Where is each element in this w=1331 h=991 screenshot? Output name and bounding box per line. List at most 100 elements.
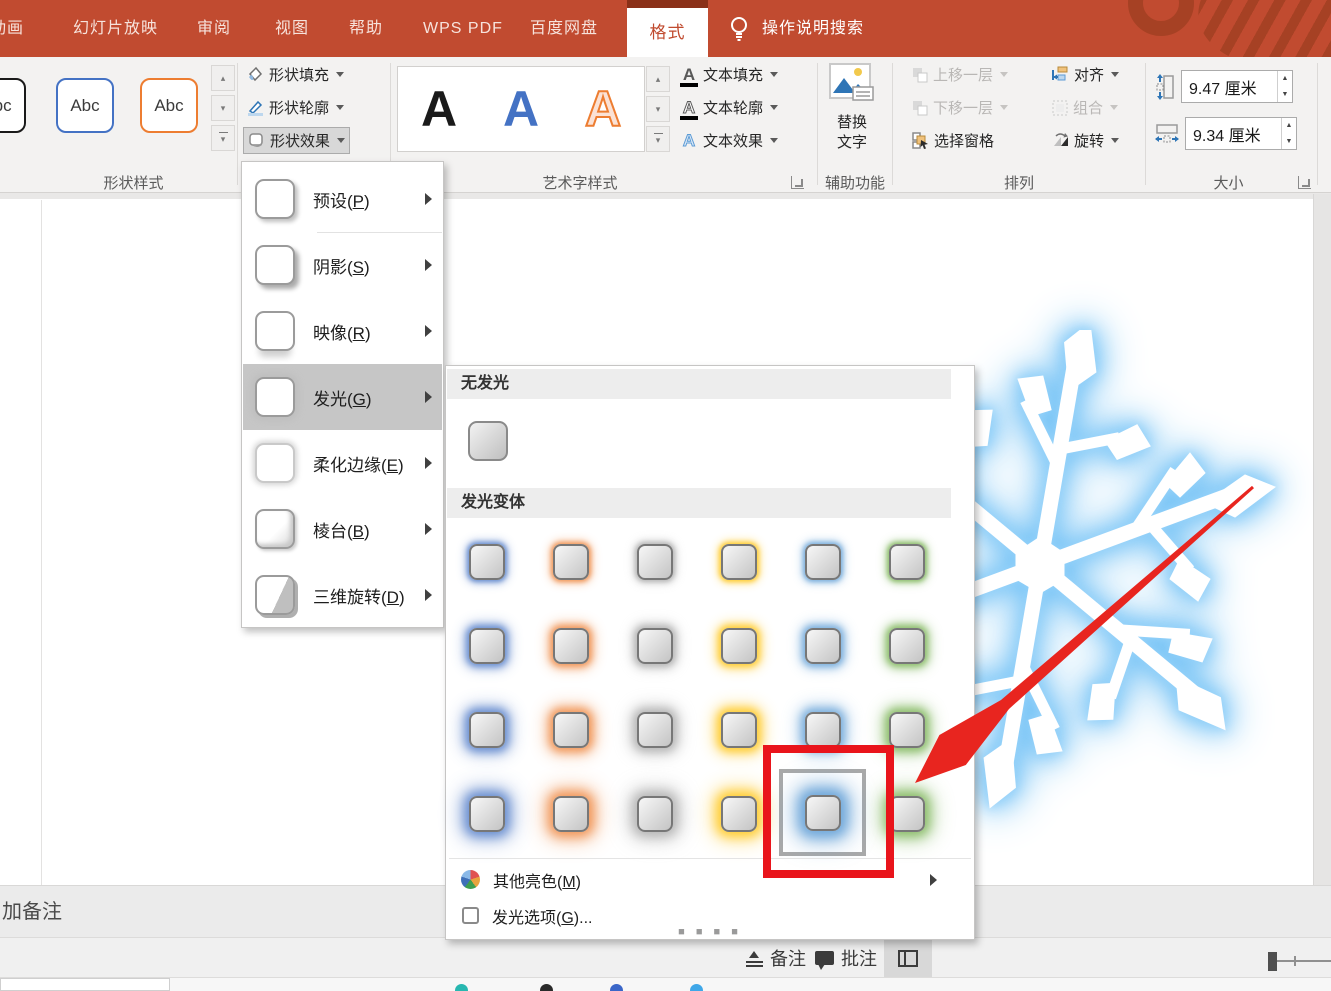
shape-style-3[interactable]: Abc xyxy=(140,78,198,133)
glow-variant-yellow-2[interactable] xyxy=(721,628,757,664)
gallery-down-button[interactable]: ▾ xyxy=(211,95,235,121)
no-glow-swatch[interactable] xyxy=(468,421,508,461)
shape-height-field[interactable]: ▲▼ xyxy=(1181,70,1293,103)
menu-item-bevel[interactable]: 棱台(B) xyxy=(243,496,442,562)
normal-view-button[interactable] xyxy=(884,940,932,977)
zoom-slider-track[interactable] xyxy=(1277,960,1331,962)
tell-me-search[interactable]: 操作说明搜索 xyxy=(762,0,864,57)
submenu-arrow-icon xyxy=(425,457,432,469)
glow-variant-blue-4[interactable] xyxy=(469,796,505,832)
soft-edges-thumbnail-icon xyxy=(255,443,295,483)
glow-variant-orange-2[interactable] xyxy=(553,628,589,664)
wordart-down-button[interactable]: ▾ xyxy=(646,96,670,122)
glow-variant-light-blue-3[interactable] xyxy=(805,712,841,748)
reflection-thumbnail-icon xyxy=(255,311,295,351)
glow-variant-green-4[interactable] xyxy=(889,796,925,832)
wordart-style-2[interactable]: A xyxy=(503,84,539,134)
glow-variant-light-blue-2[interactable] xyxy=(805,628,841,664)
comments-icon xyxy=(815,951,834,965)
glow-variant-gray-3[interactable] xyxy=(637,712,673,748)
glow-variant-yellow-4[interactable] xyxy=(721,796,757,832)
glow-variant-blue-2[interactable] xyxy=(469,628,505,664)
menu-item-reflection[interactable]: 映像(R) xyxy=(243,298,442,364)
align-button[interactable]: 对齐 xyxy=(1048,61,1123,88)
menu-item-soft-edges[interactable]: 柔化边缘(E) xyxy=(243,430,442,496)
glow-variant-gray-4[interactable] xyxy=(637,796,673,832)
glow-variant-blue-3[interactable] xyxy=(469,712,505,748)
height-icon xyxy=(1155,74,1175,100)
shape-style-1[interactable]: Abc xyxy=(0,78,26,133)
submenu-resize-grip[interactable]: ■ ■ ■ ■ xyxy=(446,926,974,938)
text-effects-icon: A xyxy=(680,132,698,149)
tab-animation[interactable]: 动画 xyxy=(0,0,24,57)
gallery-more-button[interactable]: ▾ xyxy=(211,125,235,151)
gallery-up-button[interactable]: ▴ xyxy=(211,65,235,91)
annotation-arrow xyxy=(900,480,1260,800)
tab-help[interactable]: 帮助 xyxy=(349,0,383,57)
rotate-button[interactable]: 旋转 xyxy=(1048,127,1123,154)
selection-pane-button[interactable]: 选择窗格 xyxy=(908,127,998,154)
glow-variant-light-blue-1[interactable] xyxy=(805,544,841,580)
glow-variant-orange-4[interactable] xyxy=(553,796,589,832)
text-effects-button[interactable]: A 文本效果 xyxy=(676,127,782,154)
color-wheel-icon xyxy=(461,870,480,889)
width-decrement[interactable]: ▼ xyxy=(1282,134,1296,150)
group-label-accessibility: 辅助功能 xyxy=(818,172,892,192)
wordart-style-3[interactable]: A xyxy=(585,84,621,134)
preset-thumbnail-icon xyxy=(255,179,295,219)
shape-width-field[interactable]: ▲▼ xyxy=(1185,117,1297,150)
alt-text-icon xyxy=(829,63,875,105)
ribbon-bottom-margin xyxy=(0,193,1331,199)
menu-item-shadow[interactable]: 阴影(S) xyxy=(243,232,442,298)
glow-variant-orange-3[interactable] xyxy=(553,712,589,748)
tab-baidu-netdisk[interactable]: 百度网盘 xyxy=(530,0,598,57)
menu-item-3d-rotation[interactable]: 三维旋转(D) xyxy=(243,562,442,628)
pane-divider xyxy=(41,200,42,885)
size-dialog-launcher[interactable] xyxy=(1298,176,1311,189)
tab-wps-pdf[interactable]: WPS PDF xyxy=(423,0,503,57)
text-outline-button[interactable]: A 文本轮廓 xyxy=(676,94,782,121)
no-glow-header: 无发光 xyxy=(447,369,951,399)
width-increment[interactable]: ▲ xyxy=(1282,118,1296,134)
send-backward-icon xyxy=(912,100,928,116)
shape-outline-button[interactable]: 形状轮廓 xyxy=(243,94,348,121)
lightbulb-icon xyxy=(728,16,750,42)
wordart-more-button[interactable]: ▾ xyxy=(646,126,670,152)
notes-toggle-button[interactable]: 备注 xyxy=(746,938,806,978)
tab-review[interactable]: 审阅 xyxy=(197,0,231,57)
shape-width-input[interactable] xyxy=(1186,118,1281,149)
comments-toggle-button[interactable]: 批注 xyxy=(815,938,877,978)
glow-submenu: 无发光 发光变体 其他亮色(M) 发光选项(G)... ■ ■ ■ ■ xyxy=(445,365,975,940)
decorative-ring xyxy=(1128,0,1194,36)
shape-fill-button[interactable]: 形状填充 xyxy=(243,61,348,88)
glow-variant-yellow-1[interactable] xyxy=(721,544,757,580)
wordart-style-1[interactable]: A xyxy=(421,84,457,134)
tab-view[interactable]: 视图 xyxy=(275,0,309,57)
glow-variant-gray-2[interactable] xyxy=(637,628,673,664)
menu-item-glow[interactable]: 发光(G) xyxy=(243,364,442,430)
tab-slideshow[interactable]: 幻灯片放映 xyxy=(73,0,158,57)
tab-format-active[interactable]: 格式 xyxy=(627,8,708,57)
menu-item-preset[interactable]: 预设(P) xyxy=(243,166,442,232)
height-increment[interactable]: ▲ xyxy=(1278,71,1292,87)
zoom-slider-thumb[interactable] xyxy=(1268,952,1277,971)
glow-thumbnail-icon xyxy=(255,377,295,417)
shape-effects-button[interactable]: 形状效果 xyxy=(243,127,350,154)
powerpoint-window: 动画 幻灯片放映 审阅 视图 帮助 WPS PDF 百度网盘 格式 操作说明搜索… xyxy=(0,0,1331,991)
glow-variant-yellow-3[interactable] xyxy=(721,712,757,748)
submenu-arrow-icon xyxy=(425,193,432,205)
group-label-arrange: 排列 xyxy=(893,172,1145,192)
glow-variant-orange-1[interactable] xyxy=(553,544,589,580)
shape-height-input[interactable] xyxy=(1182,71,1277,102)
glow-variant-gray-1[interactable] xyxy=(637,544,673,580)
shape-style-2[interactable]: Abc xyxy=(56,78,114,133)
width-icon xyxy=(1155,123,1179,145)
glow-variant-blue-1[interactable] xyxy=(469,544,505,580)
height-decrement[interactable]: ▼ xyxy=(1278,87,1292,103)
text-fill-icon: A xyxy=(680,66,698,83)
wordart-dialog-launcher[interactable] xyxy=(791,176,804,189)
submenu-arrow-icon xyxy=(425,325,432,337)
wordart-up-button[interactable]: ▴ xyxy=(646,66,670,92)
text-fill-button[interactable]: A 文本填充 xyxy=(676,61,782,88)
alt-text-button[interactable]: 替换文字 xyxy=(820,63,884,163)
